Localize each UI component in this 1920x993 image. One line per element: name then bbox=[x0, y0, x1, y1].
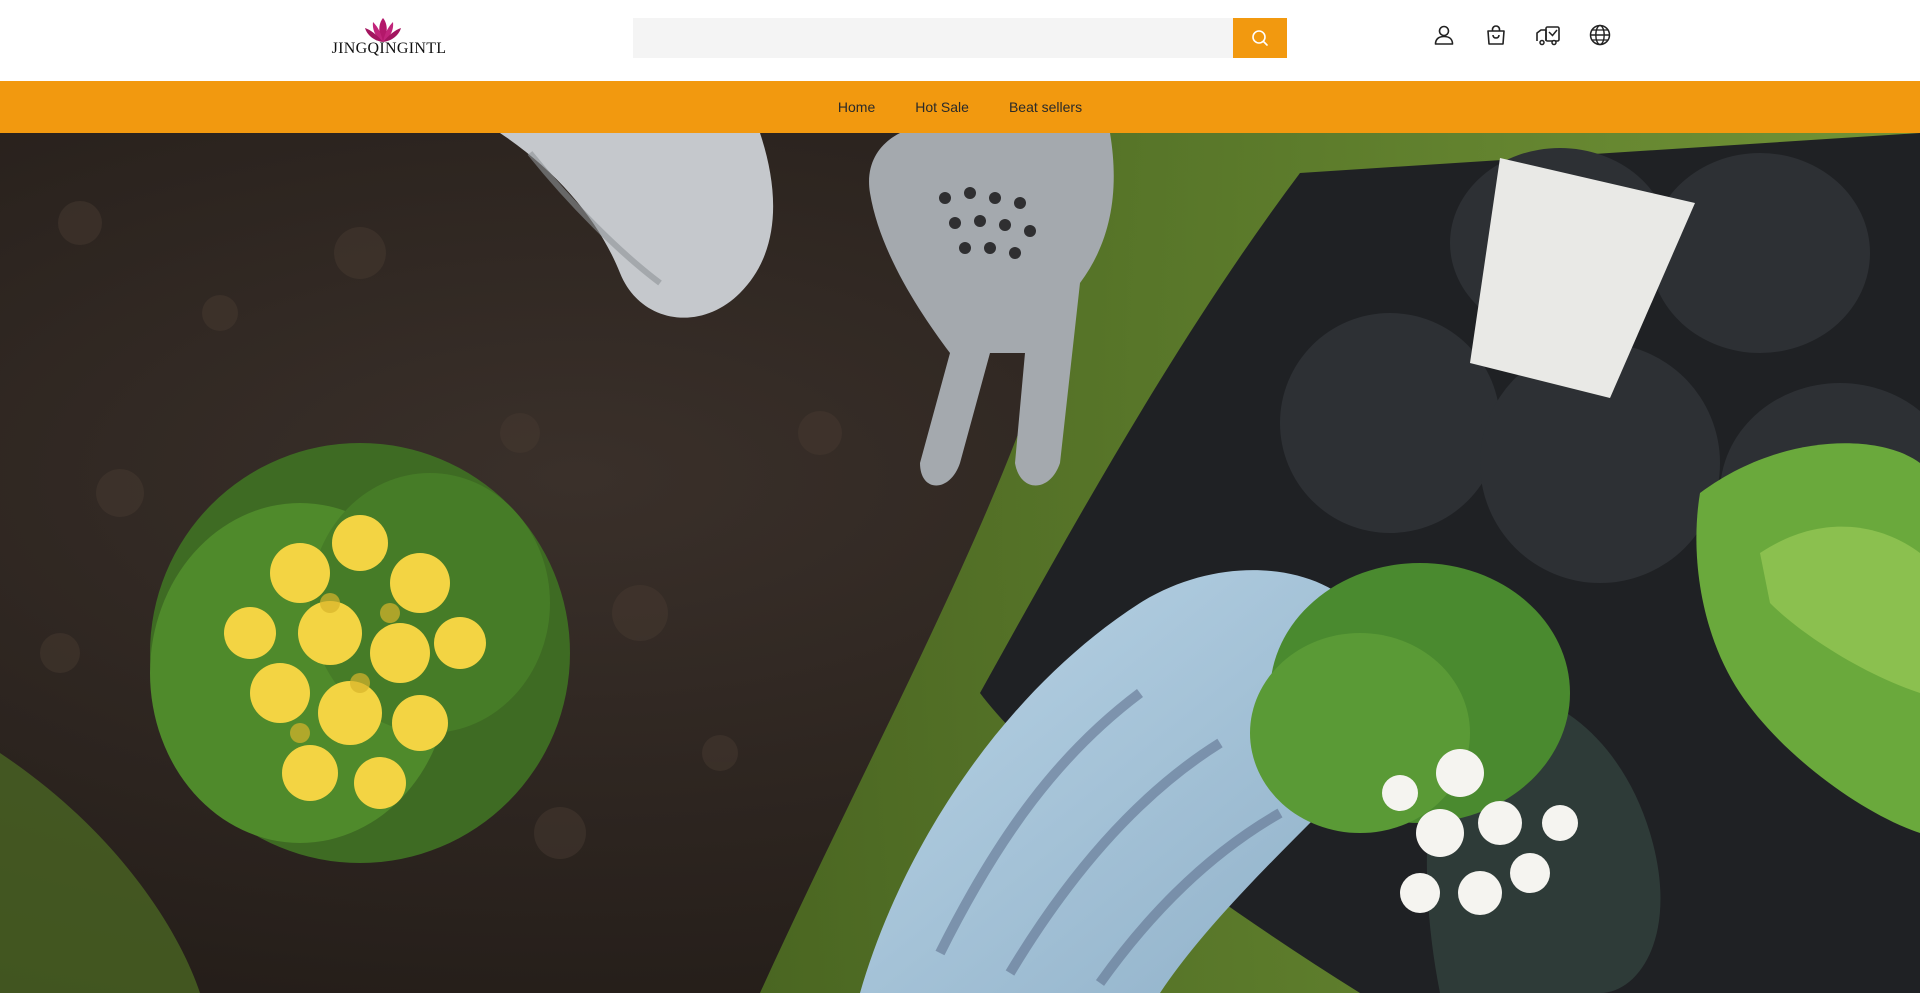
hero-banner[interactable] bbox=[0, 133, 1920, 993]
nav-item-best-sellers[interactable]: Beat sellers bbox=[1009, 99, 1082, 115]
logo[interactable]: JINGQINGINTL bbox=[330, 16, 448, 62]
user-icon bbox=[1434, 25, 1454, 45]
nav-item-hot-sale[interactable]: Hot Sale bbox=[915, 99, 969, 115]
site-header: JINGQINGINTL bbox=[0, 0, 1920, 81]
language-button[interactable] bbox=[1585, 20, 1615, 50]
logo-text: JINGQINGINTL bbox=[331, 40, 447, 57]
search-input[interactable] bbox=[633, 18, 1233, 58]
hero-image bbox=[0, 133, 1920, 993]
account-button[interactable] bbox=[1429, 20, 1459, 50]
nav-item-home[interactable]: Home bbox=[838, 99, 875, 115]
tracking-icon bbox=[1536, 26, 1560, 46]
cart-icon bbox=[1487, 25, 1505, 45]
cart-button[interactable] bbox=[1481, 20, 1511, 50]
search-button[interactable] bbox=[1233, 18, 1287, 58]
order-tracking-button[interactable] bbox=[1533, 20, 1563, 50]
globe-icon bbox=[1589, 24, 1611, 46]
search-icon bbox=[1252, 30, 1268, 46]
main-nav: Home Hot Sale Beat sellers bbox=[0, 81, 1920, 133]
nav-list: Home Hot Sale Beat sellers bbox=[0, 81, 1920, 133]
